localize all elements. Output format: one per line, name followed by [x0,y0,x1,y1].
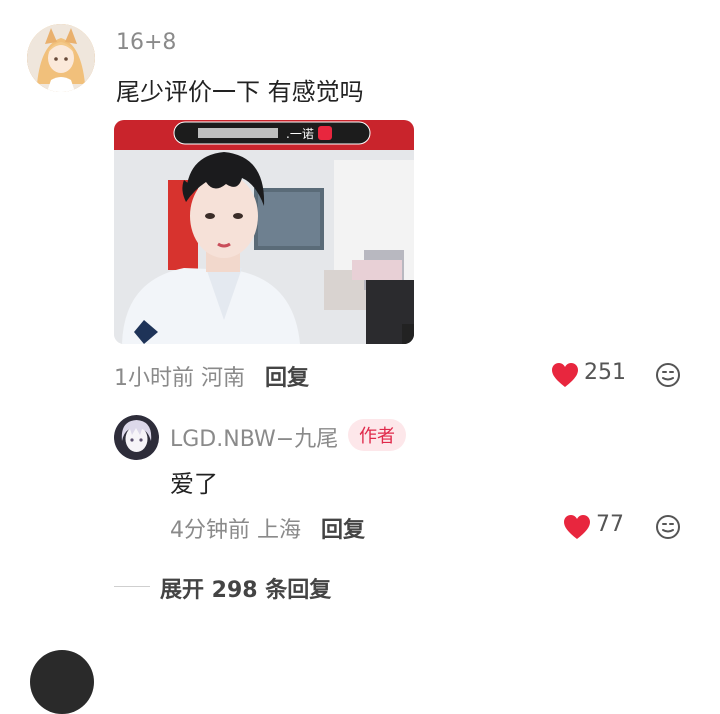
reply-like-count: 77 [596,512,624,537]
expand-replies-button[interactable]: 展开 298 条回复 [160,572,331,604]
like-count: 251 [584,360,626,385]
comment-username[interactable]: 16+8 [116,30,176,55]
comment-time-location: 1小时前 河南 [114,366,245,391]
next-comment-avatar[interactable] [30,650,94,714]
reply-button[interactable]: 回复 [265,360,309,392]
photo-overlay-text: .一诺 [286,127,314,141]
reply-avatar-illustration [114,415,159,460]
reply-reply-button[interactable]: 回复 [321,512,365,544]
emoji-icon[interactable] [655,514,681,540]
comment-image[interactable]: .一诺 [114,120,414,344]
avatar-illustration [27,24,95,92]
heart-icon[interactable] [551,362,579,388]
reply-time-location: 4分钟前 上海 [170,518,301,543]
expand-divider [114,586,150,587]
emoji-icon[interactable] [655,362,681,388]
reply-username[interactable]: LGD.NBW−九尾 [170,421,338,453]
heart-icon[interactable] [563,514,591,540]
reply-text: 爱了 [170,470,218,498]
author-badge: 作者 [348,419,406,451]
comment-text: 尾少评价一下 有感觉吗 [116,78,364,106]
avatar[interactable] [27,24,95,92]
photo-illustration: .一诺 [114,120,414,344]
reply-avatar[interactable] [114,415,159,460]
